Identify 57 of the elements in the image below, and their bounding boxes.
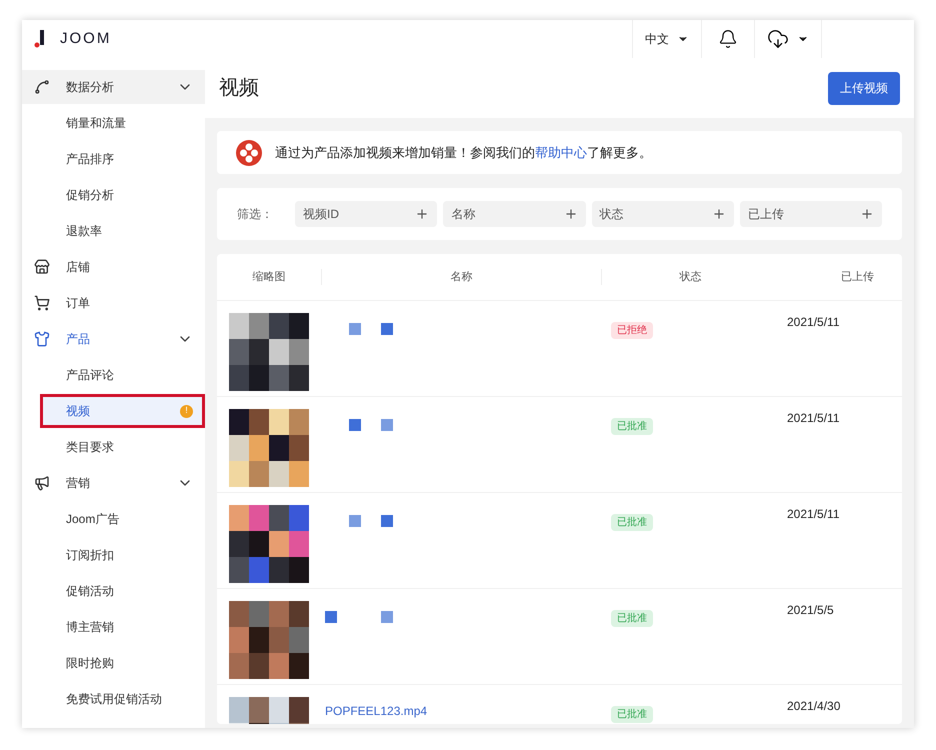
upload-button[interactable]: 上传视频	[828, 72, 900, 104]
chart-line-icon	[34, 79, 50, 95]
plus-icon	[564, 207, 578, 221]
notice-text: 通过为产品添加视频来增加销量！参阅我们的帮助中心了解更多。	[275, 144, 652, 162]
sidebar-group[interactable]: 店铺	[22, 250, 205, 284]
column-header: 状态	[601, 268, 779, 286]
pixel-marks-icon	[325, 611, 395, 623]
shirt-icon	[34, 331, 50, 347]
warning-badge: !	[180, 404, 193, 418]
cloud-download-icon	[767, 28, 789, 50]
sidebar-item[interactable]: 促销活动	[22, 574, 205, 608]
status-tag: 已批准	[611, 418, 653, 435]
sidebar-group[interactable]: 产品	[22, 322, 205, 356]
sidebar-item[interactable]: 免费试用促销活动	[22, 682, 205, 716]
sidebar-item[interactable]: Joom广告	[22, 502, 205, 536]
store-icon	[34, 259, 50, 275]
column-header: 缩略图	[252, 270, 286, 285]
sidebar-group[interactable]: 订单	[22, 286, 205, 320]
filter-chip[interactable]: 名称	[443, 201, 586, 227]
plus-icon	[712, 207, 726, 221]
filter-label: 筛选：	[237, 206, 274, 223]
sidebar-group[interactable]: 营销	[22, 466, 205, 500]
status-tag: 已批准	[611, 706, 653, 723]
plus-icon	[415, 207, 430, 221]
sidebar-item[interactable]: 限时抢购	[22, 646, 205, 680]
sidebar-group[interactable]: 数据分析	[22, 70, 205, 104]
status-tag: 已批准	[611, 610, 653, 627]
sidebar-item[interactable]: 退款率	[22, 214, 205, 248]
film-reel-icon	[235, 138, 263, 166]
status-tag: 已批准	[611, 514, 653, 531]
upload-date: 2021/5/11	[786, 506, 840, 523]
sidebar-item[interactable]: 销量和流量	[22, 106, 205, 140]
video-name-link[interactable]: POPFEEL123.mp4	[325, 704, 428, 718]
status-tag: 已拒绝	[611, 322, 653, 339]
filter-chip[interactable]: 状态	[592, 201, 734, 227]
logo-text: JOOM	[60, 28, 112, 49]
upload-date: 2021/5/11	[786, 410, 840, 427]
help-center-link[interactable]: 帮助中心	[535, 144, 587, 160]
sidebar-item[interactable]: 类目要求	[22, 430, 205, 464]
plus-icon	[860, 207, 874, 221]
upload-date: 2021/5/11	[786, 314, 840, 331]
megaphone-icon	[34, 475, 50, 491]
sidebar-item[interactable]: 视频 !	[40, 394, 205, 428]
upload-date: 2021/4/30	[786, 698, 842, 715]
page-title: 视频	[219, 76, 259, 101]
column-header: 名称	[321, 268, 601, 286]
sidebar-item[interactable]: 博主营销	[22, 610, 205, 644]
filter-chip[interactable]: 视频ID	[295, 201, 438, 227]
filter-chip[interactable]: 已上传	[740, 201, 882, 227]
upload-date: 2021/5/5	[786, 602, 835, 619]
column-header: 已上传	[840, 270, 875, 285]
cart-icon	[34, 295, 50, 311]
sidebar-item[interactable]: 产品排序	[22, 142, 205, 176]
sidebar-item[interactable]: 促销分析	[22, 178, 205, 212]
sidebar-item[interactable]: 订阅折扣	[22, 538, 205, 572]
bell-icon	[718, 29, 738, 49]
sidebar-item[interactable]: 产品评论	[22, 358, 205, 392]
